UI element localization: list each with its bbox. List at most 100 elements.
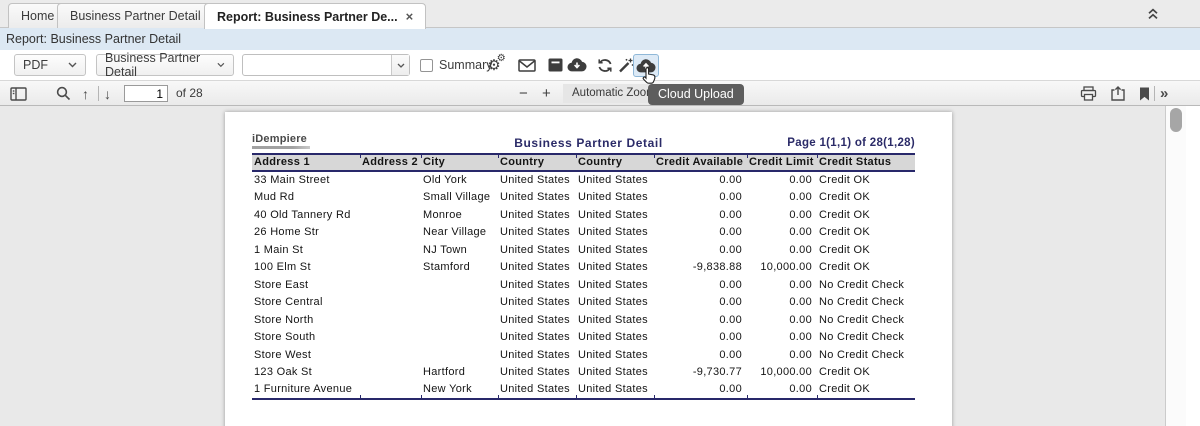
table-cell: Small Village <box>421 189 498 207</box>
table-cell: 0.00 <box>654 381 747 399</box>
report-table-body: 33 Main StreetOld YorkUnited StatesUnite… <box>252 171 915 399</box>
page-up-icon[interactable]: ↑ <box>82 85 89 102</box>
table-cell: 0.00 <box>747 329 817 347</box>
table-cell: United States <box>576 311 654 329</box>
table-cell: Store South <box>252 329 360 347</box>
table-cell: Store Central <box>252 294 360 312</box>
column-header: Address 1 <box>252 154 360 171</box>
sidebar-toggle-icon[interactable] <box>10 85 27 102</box>
table-cell: 0.00 <box>747 294 817 312</box>
table-cell: United States <box>498 346 576 364</box>
format-select-button[interactable]: PDF <box>14 54 86 76</box>
table-cell <box>421 294 498 312</box>
vertical-scrollbar[interactable] <box>1165 106 1186 426</box>
table-cell <box>421 276 498 294</box>
combobox-dropdown-button[interactable] <box>391 55 409 75</box>
table-cell: Credit OK <box>817 381 915 399</box>
printformat-input[interactable] <box>245 56 389 74</box>
table-cell: No Credit Check <box>817 311 915 329</box>
print-icon[interactable] <box>1080 85 1097 102</box>
table-cell <box>360 171 421 189</box>
table-cell <box>360 329 421 347</box>
table-cell: 1 Main St <box>252 241 360 259</box>
table-cell: 0.00 <box>747 311 817 329</box>
summary-checkbox[interactable] <box>420 59 433 72</box>
table-cell: Hartford <box>421 364 498 382</box>
table-cell <box>360 224 421 242</box>
table-cell <box>421 346 498 364</box>
table-cell <box>360 294 421 312</box>
chevron-down-icon <box>217 62 225 68</box>
table-cell: 0.00 <box>654 224 747 242</box>
table-row: Store EastUnited StatesUnited States0.00… <box>252 276 915 294</box>
table-cell: Store West <box>252 346 360 364</box>
scrollbar-thumb[interactable] <box>1170 108 1182 132</box>
table-cell <box>421 311 498 329</box>
table-cell: 0.00 <box>654 276 747 294</box>
table-cell <box>421 329 498 347</box>
column-header: Credit Limit <box>747 154 817 171</box>
zoom-in-button[interactable]: + <box>542 85 551 102</box>
table-row: Store CentralUnited StatesUnited States0… <box>252 294 915 312</box>
table-cell: United States <box>498 224 576 242</box>
table-cell: 123 Oak St <box>252 364 360 382</box>
bookmark-icon[interactable] <box>1139 85 1150 102</box>
pdf-viewer-toolbar: ↑ ↓ of 28 − + Automatic Zoom » <box>0 80 1200 106</box>
chevron-double-up-icon[interactable] <box>1146 8 1160 20</box>
report-view-label: Business Partner Detail <box>105 51 217 79</box>
right-strip <box>1186 106 1200 426</box>
table-cell: United States <box>498 364 576 382</box>
chevron-down-icon <box>397 63 405 68</box>
download-icon[interactable] <box>1110 85 1126 102</box>
close-icon[interactable]: × <box>406 10 414 23</box>
table-cell <box>360 241 421 259</box>
page-down-icon[interactable]: ↓ <box>104 85 111 102</box>
table-cell: Mud Rd <box>252 189 360 207</box>
table-cell: 0.00 <box>747 346 817 364</box>
tab-bar: Home Business Partner Detail × Report: B… <box>0 0 1200 28</box>
search-icon[interactable] <box>56 85 71 102</box>
table-cell: 0.00 <box>654 346 747 364</box>
table-row: 100 Elm StStamfordUnited StatesUnited St… <box>252 259 915 277</box>
separator <box>98 86 99 101</box>
table-cell: 0.00 <box>747 241 817 259</box>
table-cell: 0.00 <box>654 241 747 259</box>
table-cell <box>360 189 421 207</box>
page-number-input[interactable] <box>124 85 168 102</box>
table-cell: 0.00 <box>654 189 747 207</box>
table-cell: Credit OK <box>817 364 915 382</box>
tab-label: Business Partner Detail <box>70 9 201 23</box>
table-cell: 0.00 <box>654 171 747 189</box>
archive-icon[interactable] <box>545 56 565 74</box>
printformat-combobox[interactable] <box>242 54 410 76</box>
report-view-select-button[interactable]: Business Partner Detail <box>96 54 234 76</box>
zoom-out-button[interactable]: − <box>519 85 528 102</box>
table-cell: Stamford <box>421 259 498 277</box>
hand-cursor-icon <box>641 67 658 86</box>
table-row: 33 Main StreetOld YorkUnited StatesUnite… <box>252 171 915 189</box>
table-cell <box>360 381 421 399</box>
table-cell: 0.00 <box>747 224 817 242</box>
table-cell: 0.00 <box>747 206 817 224</box>
refresh-icon[interactable] <box>595 56 615 74</box>
more-tools-icon[interactable]: » <box>1160 85 1168 102</box>
table-cell: 0.00 <box>747 171 817 189</box>
table-cell: United States <box>498 189 576 207</box>
report-header-row: Address 1Address 2CityCountryCountryCred… <box>252 154 915 171</box>
send-mail-icon[interactable] <box>517 56 537 74</box>
table-cell <box>360 311 421 329</box>
tab-report-business-partner-detail[interactable]: Report: Business Partner De... × <box>204 3 426 29</box>
table-cell: United States <box>498 171 576 189</box>
cloud-download-icon[interactable] <box>567 56 587 74</box>
table-cell: 40 Old Tannery Rd <box>252 206 360 224</box>
table-cell <box>360 364 421 382</box>
table-cell <box>360 259 421 277</box>
table-row: Store WestUnited StatesUnited States0.00… <box>252 346 915 364</box>
table-cell: 0.00 <box>654 311 747 329</box>
table-cell: Near Village <box>421 224 498 242</box>
process-settings-gears-icon[interactable]: ⚙⚙ <box>484 56 504 74</box>
table-cell: NJ Town <box>421 241 498 259</box>
table-cell: United States <box>576 276 654 294</box>
table-cell: 0.00 <box>654 294 747 312</box>
column-header: Country <box>576 154 654 171</box>
